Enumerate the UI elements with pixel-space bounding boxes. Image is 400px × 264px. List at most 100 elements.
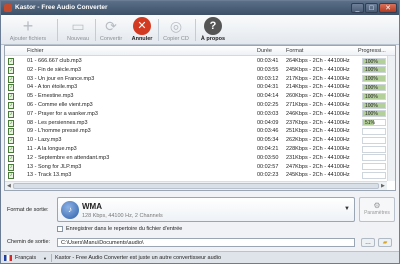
app-logo-icon — [4, 4, 12, 12]
table-row[interactable]: ♪ 11 - A la longue.mp3 00:04:21 228Kbps - 2… — [5, 145, 387, 153]
file-duration: 00:03:46 — [257, 128, 279, 135]
column-header-format[interactable]: Format — [286, 48, 303, 54]
progress-text: 100% — [365, 93, 378, 100]
copy-cd-button[interactable]: ◎ Copier CD — [161, 17, 191, 44]
progress-cell: 100% — [362, 83, 386, 91]
chevron-down-icon: ▼ — [344, 206, 350, 212]
file-duration: 00:04:31 — [257, 84, 279, 91]
about-label: À propos — [200, 36, 226, 42]
ellipsis-icon: … — [365, 240, 371, 246]
new-document-icon: ▭ — [71, 18, 85, 34]
audio-file-icon: ♪ — [8, 128, 14, 136]
file-list[interactable]: Fichier Durée Format Progressi... ♪ 01 - … — [4, 45, 396, 191]
file-name: 07 - Prayer for a wanker.mp3 — [27, 110, 98, 117]
output-panel: Format de sortie: ♪ WMA 128 Kbps, 44100 … — [1, 191, 399, 251]
progress-text: 100% — [365, 84, 378, 91]
convert-button[interactable]: ⟳ Convertir — [97, 17, 125, 44]
scroll-left-icon[interactable]: ◀ — [7, 183, 11, 189]
progress-cell — [362, 154, 386, 162]
file-name: 02 - Fin de siècle.mp3 — [27, 66, 82, 73]
browse-button[interactable]: … — [361, 238, 375, 247]
app-window: Kastor - Free Audio Converter _ □ ✕ + Aj… — [0, 0, 400, 264]
format-detail: 128 Kbps, 44100 Hz, 2 Channels — [82, 213, 163, 219]
table-row[interactable]: ♪ 03 - Un jour en France.mp3 00:03:12 217Kb… — [5, 75, 387, 83]
table-row[interactable]: ♪ 06 - Comme elle vient.mp3 00:02:25 271Kbp… — [5, 101, 387, 109]
cancel-button[interactable]: ✕ Annuler — [129, 17, 155, 44]
toolbar: + Ajouter fichiers ▭ Nouveau ⟳ Convertir… — [1, 15, 399, 45]
file-name: 03 - Un jour en France.mp3 — [27, 75, 95, 82]
file-duration: 00:02:57 — [257, 163, 279, 170]
scroll-thumb[interactable] — [13, 183, 379, 189]
file-format: 247Kbps - 2Ch - 44100Hz — [286, 163, 350, 170]
maximize-button[interactable]: □ — [365, 3, 378, 13]
column-header-progress[interactable]: Progressi... — [358, 48, 386, 54]
audio-file-icon: ♪ — [8, 137, 14, 145]
file-duration: 00:02:23 — [257, 172, 279, 179]
help-icon: ? — [204, 17, 222, 35]
parameters-button[interactable]: ⚙ Paramètres — [359, 197, 395, 222]
table-row[interactable]: ♪ 10 - Lazy.mp3 00:05:34 262Kbps - 2Ch - 44… — [5, 136, 387, 145]
file-name: 13 - Song for JLP.mp3 — [27, 163, 82, 170]
vertical-scrollbar[interactable] — [387, 56, 395, 181]
output-path-value: C:\Users\Manu\Documents\audio\ — [61, 240, 144, 246]
progress-cell: 100% — [362, 92, 386, 100]
progress-cell — [362, 171, 386, 179]
audio-file-icon: ♪ — [8, 119, 14, 127]
cd-icon: ◎ — [169, 18, 183, 34]
column-header-file[interactable]: Fichier — [27, 48, 44, 54]
wma-format-icon: ♪ — [61, 201, 79, 219]
progress-cell — [362, 136, 386, 144]
progress-text: 100% — [365, 58, 378, 65]
file-name: 09 - L'homme pressé.mp3 — [27, 128, 91, 135]
chevron-down-icon[interactable]: ▼ — [43, 256, 47, 261]
output-format-select[interactable]: ♪ WMA 128 Kbps, 44100 Hz, 2 Channels ▼ — [57, 197, 355, 222]
audio-file-icon: ♪ — [8, 58, 14, 65]
audio-file-icon: ♪ — [8, 93, 14, 101]
table-row[interactable]: ♪ 09 - L'homme pressé.mp3 00:03:46 251Kbps … — [5, 127, 387, 136]
file-format: 251Kbps - 2Ch - 44100Hz — [286, 128, 350, 135]
table-row[interactable]: ♪ 08 - Les persiennes.mp3 00:04:09 237Kbps … — [5, 119, 387, 127]
table-row[interactable]: ♪ 01 - 666.667 club.mp3 00:03:41 264Kbps - … — [5, 57, 387, 65]
close-button[interactable]: ✕ — [379, 3, 397, 13]
scroll-right-icon[interactable]: ▶ — [381, 183, 385, 189]
output-path-field[interactable]: C:\Users\Manu\Documents\audio\ — [57, 238, 355, 247]
minimize-button[interactable]: _ — [351, 3, 364, 13]
save-in-input-dir-checkbox[interactable] — [57, 226, 63, 232]
file-format: 245Kbps - 2Ch - 44100Hz — [286, 66, 350, 73]
file-format: 264Kbps - 2Ch - 44100Hz — [286, 58, 350, 64]
table-row[interactable]: ♪ 13 - Track 13.mp3 00:02:23 245Kbps - 2Ch … — [5, 171, 387, 180]
title-bar[interactable]: Kastor - Free Audio Converter _ □ ✕ — [1, 1, 399, 15]
table-row[interactable]: ♪ 12 - Septembre en attendant.mp3 00:03:50… — [5, 154, 387, 162]
file-duration: 00:03:12 — [257, 75, 279, 82]
open-folder-button[interactable]: ▰ — [378, 238, 392, 247]
progress-cell — [362, 127, 386, 135]
toolbar-divider — [195, 19, 196, 41]
file-format: 214Kbps - 2Ch - 44100Hz — [286, 84, 350, 91]
add-files-button[interactable]: + Ajouter fichiers — [5, 17, 51, 44]
file-name: 05 - Ernestine.mp3 — [27, 93, 74, 100]
file-format: 246Kbps - 2Ch - 44100Hz — [286, 110, 350, 117]
table-row[interactable]: ♪ 05 - Ernestine.mp3 00:04:14 260Kbps - 2Ch… — [5, 92, 387, 101]
table-row[interactable]: ♪ 07 - Prayer for a wanker.mp3 00:03:03 246… — [5, 110, 387, 118]
file-format: 245Kbps - 2Ch - 44100Hz — [286, 172, 350, 179]
window-title: Kastor - Free Audio Converter — [15, 4, 108, 11]
new-button[interactable]: ▭ Nouveau — [61, 17, 95, 44]
add-icon: + — [22, 16, 34, 36]
progress-cell: 100% — [362, 110, 386, 118]
file-format: 260Kbps - 2Ch - 44100Hz — [286, 93, 350, 100]
progress-text: 100% — [365, 111, 378, 118]
table-row[interactable]: ♪ 04 - A ton étoile.mp3 00:04:31 214Kbps - … — [5, 83, 387, 92]
column-header-duration[interactable]: Durée — [257, 48, 272, 54]
file-duration: 00:04:14 — [257, 93, 279, 100]
file-duration: 00:03:50 — [257, 154, 279, 161]
file-duration: 00:03:41 — [257, 58, 279, 64]
table-row[interactable]: ♪ 02 - Fin de siècle.mp3 00:03:55 245Kbps -… — [5, 66, 387, 74]
language-select[interactable]: Français — [15, 255, 36, 261]
horizontal-scrollbar[interactable]: ◀ ▶ — [5, 181, 387, 190]
audio-file-icon: ♪ — [8, 154, 14, 162]
table-row[interactable]: ♪ 13 - Song for JLP.mp3 00:02:57 247Kbps - … — [5, 163, 387, 171]
status-message: Kastor - Free Audio Converter est juste … — [55, 255, 222, 261]
progress-text: 100% — [365, 76, 378, 83]
file-format: 237Kbps - 2Ch - 44100Hz — [286, 119, 350, 126]
about-button[interactable]: ? À propos — [199, 17, 227, 44]
